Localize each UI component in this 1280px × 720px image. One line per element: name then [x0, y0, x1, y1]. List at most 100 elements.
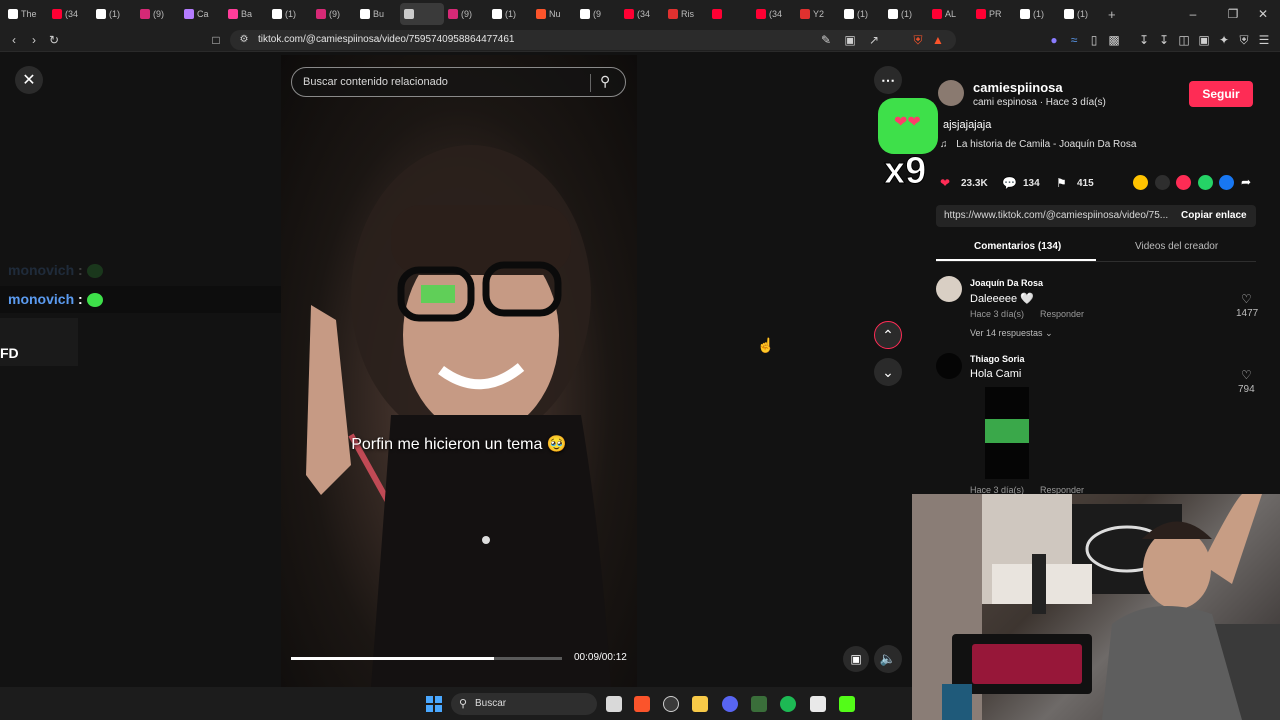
forward-icon[interactable]: › [26, 32, 42, 48]
menu-icon[interactable]: ☰ [1256, 32, 1272, 48]
reply-button[interactable]: Responder [1040, 309, 1084, 319]
tab-active-underline [936, 259, 1096, 261]
browser-tab[interactable]: Bu [356, 3, 400, 25]
brave-rewards-icon[interactable]: ▲ [930, 32, 946, 48]
browser-tab[interactable]: Nu [532, 3, 576, 25]
browser-tab[interactable]: (1) [884, 3, 928, 25]
browser-tab[interactable]: (34 [752, 3, 796, 25]
extension-icon[interactable]: ● [1046, 32, 1062, 48]
tab-favicon-icon [976, 9, 986, 19]
embed-icon[interactable] [1155, 175, 1170, 190]
app-icon[interactable] [751, 696, 767, 712]
new-tab-button[interactable]: + [1104, 3, 1124, 25]
next-video-button[interactable]: ⌄ [874, 358, 902, 386]
kick-icon[interactable] [839, 696, 855, 712]
browser-tab[interactable]: (9) [136, 3, 180, 25]
browser-tab[interactable]: Y2 [796, 3, 840, 25]
close-viewer-button[interactable]: ✕ [15, 66, 43, 94]
restore-icon[interactable]: ❐ [1216, 0, 1250, 28]
browser-tab[interactable]: (1) [840, 3, 884, 25]
app-icon[interactable] [810, 696, 826, 712]
browser-tab[interactable]: Ris [664, 3, 708, 25]
bookmark-icon[interactable]: □ [208, 32, 224, 48]
app-icon[interactable] [663, 696, 679, 712]
spotify-icon[interactable] [780, 696, 796, 712]
send-icon[interactable] [1176, 175, 1191, 190]
browser-tab[interactable]: The [4, 3, 48, 25]
comment-like-icon[interactable]: ♡ [1241, 292, 1252, 306]
sidebar-icon[interactable]: ◫ [1176, 32, 1192, 48]
comment-avatar[interactable] [936, 276, 962, 302]
browser-tab[interactable]: (9 [576, 3, 620, 25]
screenshot-icon[interactable]: ▣ [842, 32, 858, 48]
browser-tab[interactable]: Ca [180, 3, 224, 25]
related-search-input[interactable]: Buscar contenido relacionado ⚲ [291, 67, 626, 97]
tab-comments[interactable]: Comentarios (134) [974, 241, 1061, 252]
browser-tab[interactable]: PR [972, 3, 1016, 25]
translate-icon[interactable]: ✎ [818, 32, 834, 48]
comment-author[interactable]: Joaquín Da Rosa [970, 278, 1043, 288]
brave-browser-icon[interactable] [634, 696, 650, 712]
search-icon[interactable]: ⚲ [600, 73, 610, 90]
close-window-icon[interactable]: ✕ [1246, 0, 1280, 28]
browser-tab[interactable]: Ba [224, 3, 268, 25]
minimize-icon[interactable]: – [1176, 0, 1210, 28]
facebook-icon[interactable] [1219, 175, 1234, 190]
video-progress-bar[interactable] [291, 657, 562, 660]
tab-favicon-icon [1064, 9, 1074, 19]
follow-button[interactable]: Seguir [1189, 81, 1253, 107]
browser-tab[interactable]: (1) [268, 3, 312, 25]
browser-tab[interactable]: (9) [444, 3, 488, 25]
whatsapp-icon[interactable] [1198, 175, 1213, 190]
browser-tab[interactable]: AL [928, 3, 972, 25]
video-player[interactable] [281, 55, 637, 687]
taskbar-search[interactable]: ⚲ Buscar [451, 693, 597, 715]
wallet-icon[interactable]: ▩ [1106, 32, 1122, 48]
view-replies-button[interactable]: Ver 14 respuestas ⌄ [970, 328, 1053, 339]
repost-icon[interactable] [1133, 175, 1148, 190]
file-explorer-icon[interactable] [692, 696, 708, 712]
start-menu-icon[interactable] [426, 696, 442, 712]
browser-tab[interactable]: (1) [92, 3, 136, 25]
leo-icon[interactable]: ✦ [1216, 32, 1232, 48]
browser-tab[interactable]: (1) [1016, 3, 1060, 25]
volume-button[interactable]: 🔈 [874, 645, 902, 673]
browser-tab[interactable]: (34 [620, 3, 664, 25]
browser-tab[interactable]: (9) [312, 3, 356, 25]
comment-author[interactable]: Thiago Soria [970, 354, 1025, 364]
browser-tab[interactable]: (34 [48, 3, 92, 25]
address-bar[interactable]: ⚙ tiktok.com/@camiespiinosa/video/759574… [230, 30, 956, 50]
site-info-icon[interactable]: ⚙ [236, 32, 252, 48]
extensions-icon[interactable]: ▯ [1086, 32, 1102, 48]
vpn-icon[interactable]: ⛨ [1236, 32, 1252, 48]
download-icon[interactable]: ↧ [1156, 32, 1172, 48]
comment-like-icon[interactable]: ♡ [1241, 368, 1252, 382]
tab-favicon-icon [756, 9, 766, 19]
tab-creator-videos[interactable]: Videos del creador [1135, 241, 1218, 252]
creator-username[interactable]: camiespiinosa [973, 80, 1063, 95]
comment-image[interactable] [985, 387, 1029, 479]
discord-icon[interactable] [722, 696, 738, 712]
comment-avatar[interactable] [936, 353, 962, 379]
share-icon[interactable]: ➦ [1241, 175, 1251, 189]
browser-tab[interactable] [708, 3, 752, 25]
browser-tab[interactable] [400, 3, 444, 25]
task-view-icon[interactable] [606, 696, 622, 712]
brave-shield-icon[interactable]: ⛨ [910, 32, 926, 48]
previous-video-button[interactable]: ⌃ [874, 321, 902, 349]
more-options-button[interactable]: ⋯ [874, 66, 902, 94]
bookmark-video-icon[interactable]: ⚑ [1056, 176, 1067, 190]
comment-icon[interactable]: 💬 [1002, 176, 1017, 190]
extension-icon[interactable]: ≈ [1066, 32, 1082, 48]
like-icon[interactable]: ❤ [940, 176, 950, 190]
reload-icon[interactable]: ↻ [46, 32, 62, 48]
browser-tab[interactable]: (1) [488, 3, 532, 25]
download-icon[interactable]: ↧ [1136, 32, 1152, 48]
wallet-icon[interactable]: ▣ [1196, 32, 1212, 48]
music-line[interactable]: ♫ La historia de Camila - Joaquín Da Ros… [940, 139, 1136, 150]
copy-link-button[interactable]: Copiar enlace [1181, 210, 1247, 221]
share-page-icon[interactable]: ↗ [866, 32, 882, 48]
browser-tab[interactable]: (1) [1060, 3, 1104, 25]
back-icon[interactable]: ‹ [6, 32, 22, 48]
miniplayer-button[interactable]: ▣ [843, 646, 869, 672]
